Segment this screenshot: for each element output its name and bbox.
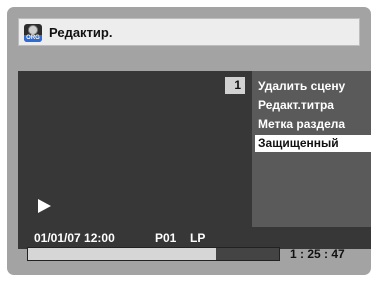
disc-icon-label: ORG bbox=[24, 35, 42, 42]
recording-datetime: 01/01/07 12:00 bbox=[34, 231, 115, 245]
playback-time: 1 : 25 : 47 bbox=[290, 247, 345, 261]
title-bar: ORG Редактир. bbox=[18, 18, 360, 46]
recording-mode: LP bbox=[190, 231, 206, 245]
scene-number-badge: 1 bbox=[225, 77, 245, 94]
menu-item-protected[interactable]: Защищенный bbox=[255, 135, 371, 152]
program-number: P01 bbox=[155, 231, 177, 245]
edit-menu: Удалить сцену Редакт.титра Метка раздела… bbox=[252, 71, 371, 227]
playback-progress-fill bbox=[28, 248, 217, 260]
edit-screen: ORG Редактир. 1 Удалить сцену Редакт.тит… bbox=[7, 7, 371, 275]
info-bar: 01/01/07 12:00 P01 LP bbox=[18, 227, 371, 249]
playback-progress-bar bbox=[27, 247, 280, 261]
screen-title: Редактир. bbox=[49, 25, 113, 40]
menu-item-edit-title[interactable]: Редакт.титра bbox=[255, 97, 371, 114]
menu-item-chapter-mark[interactable]: Метка раздела bbox=[255, 116, 371, 133]
menu-item-delete-scene[interactable]: Удалить сцену bbox=[255, 78, 371, 95]
play-icon bbox=[38, 199, 51, 213]
video-preview: 1 bbox=[18, 71, 252, 227]
disc-shape bbox=[28, 25, 38, 35]
disc-org-icon: ORG bbox=[24, 24, 42, 42]
